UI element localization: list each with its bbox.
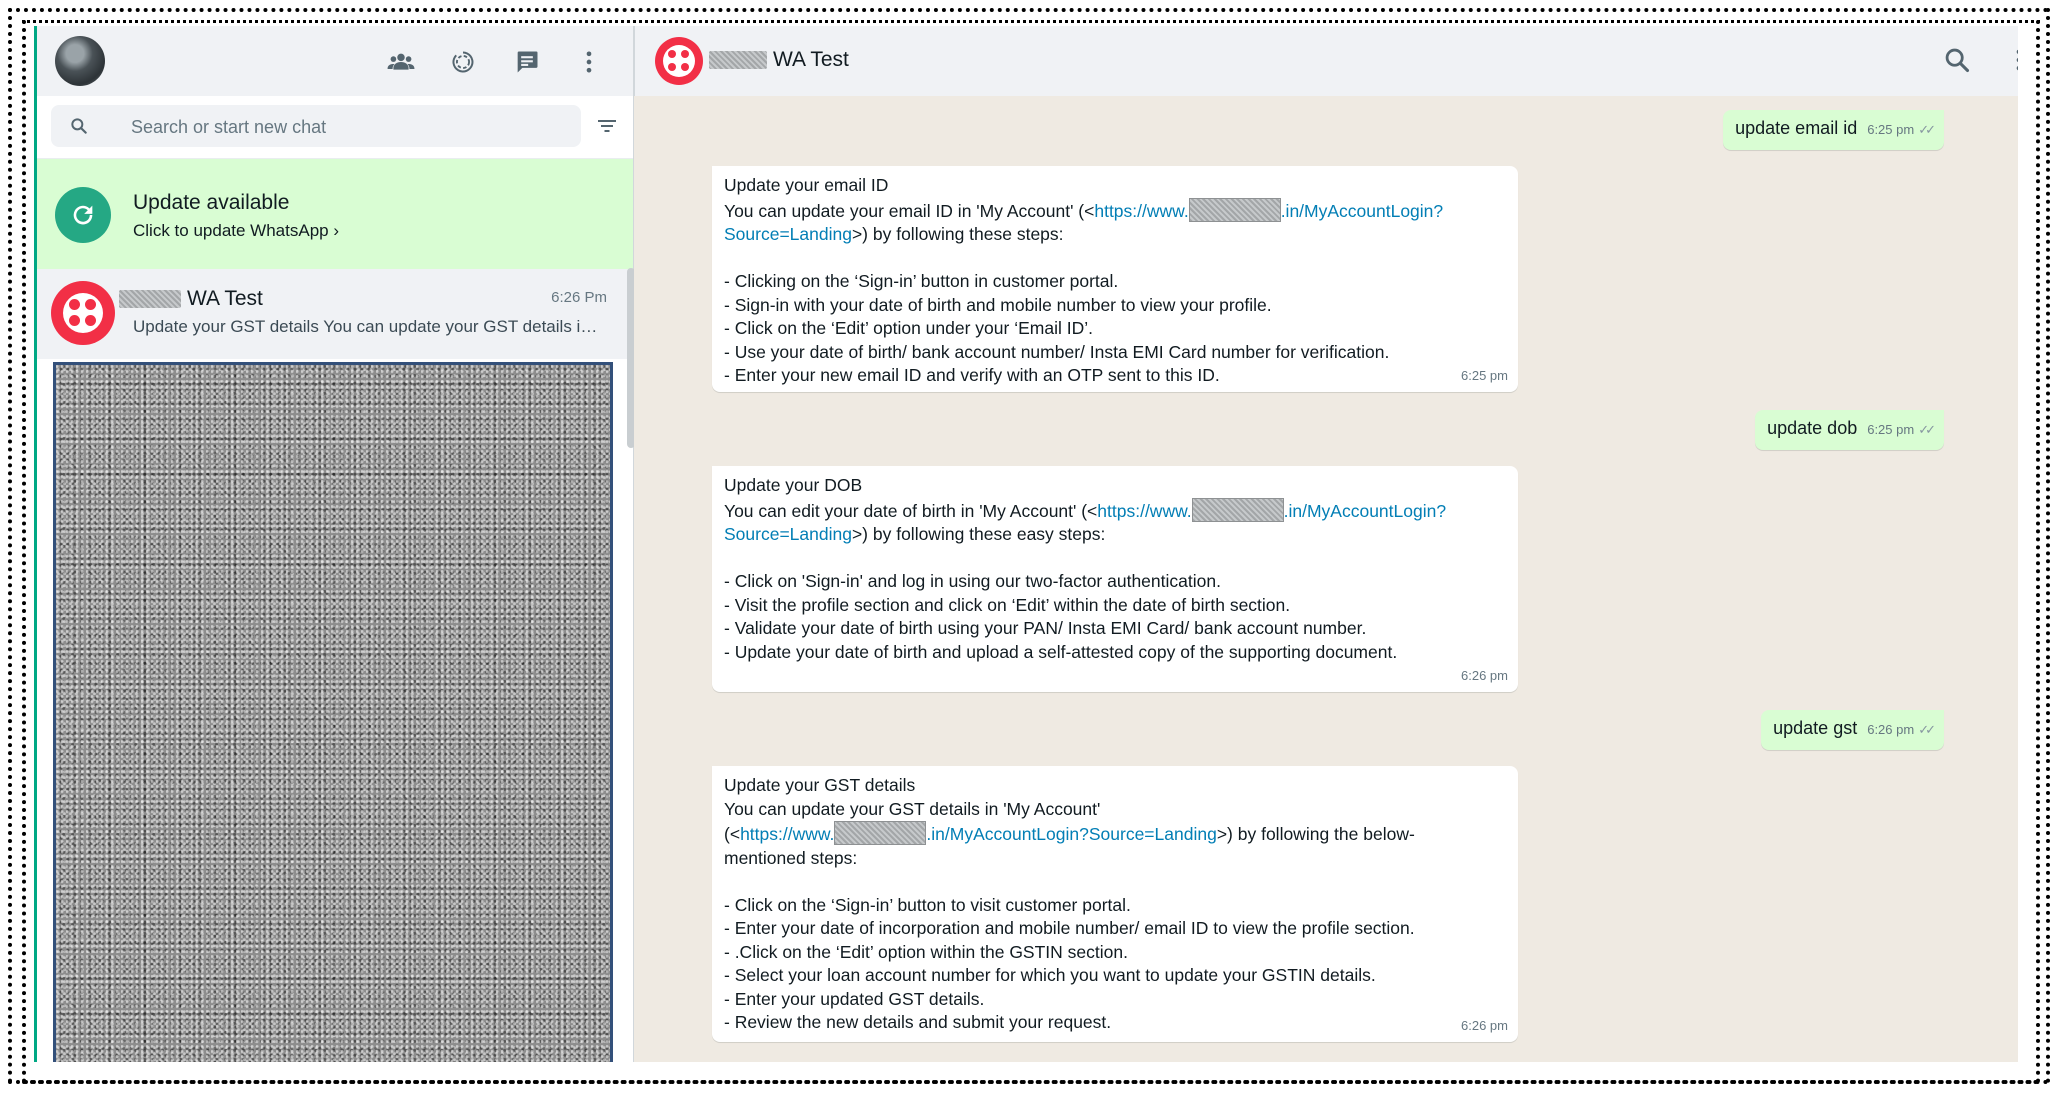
my-avatar[interactable] bbox=[55, 36, 105, 86]
conversation-header: WA Test bbox=[634, 26, 2018, 96]
message-intro: You can update your GST details in 'My A… bbox=[724, 798, 1101, 819]
double-check-icon: ✓✓ bbox=[1918, 422, 1936, 437]
message-text: update dob bbox=[1767, 418, 1858, 438]
search-icon[interactable] bbox=[1943, 46, 1971, 74]
message-link[interactable]: https://www. .in/MyAccountLogin? bbox=[1097, 497, 1446, 522]
chat-time: 6:26 Pm bbox=[551, 289, 607, 306]
outgoing-message[interactable]: update email id 6:25 pm ✓✓ bbox=[1723, 110, 1944, 150]
contact-avatar[interactable] bbox=[655, 37, 703, 85]
step-line: - Enter your date of incorporation and m… bbox=[724, 918, 1415, 938]
obscured-chat-list-image bbox=[53, 362, 613, 1062]
step-line: - Select your loan account number for wh… bbox=[724, 965, 1376, 985]
message-link[interactable]: https://www. .in/MyAccountLogin? bbox=[1094, 197, 1443, 222]
status-icon[interactable] bbox=[449, 48, 477, 76]
outgoing-message[interactable]: update gst 6:26 pm ✓✓ bbox=[1761, 710, 1944, 750]
search-row bbox=[37, 96, 633, 159]
step-line: - Click on the ‘Sign-in’ button to visit… bbox=[724, 894, 1131, 915]
step-line: - Visit the profile section and click on… bbox=[724, 594, 1291, 615]
chat-name: WA Test bbox=[119, 287, 263, 311]
community-icon[interactable] bbox=[387, 48, 415, 76]
filter-icon[interactable] bbox=[595, 114, 619, 138]
incoming-message[interactable]: Update your email ID You can update your… bbox=[712, 166, 1518, 392]
step-line: - Update your date of birth and upload a… bbox=[724, 641, 1398, 662]
step-line: - .Click on the ‘Edit’ option within the… bbox=[724, 941, 1128, 962]
message-link[interactable]: https://www. .in/MyAccountLogin?Source=La… bbox=[740, 821, 1217, 845]
redacted-domain bbox=[1188, 197, 1281, 222]
message-list: update email id 6:25 pm ✓✓ Update your ema… bbox=[634, 96, 2018, 1062]
step-line: - Click on 'Sign-in' and log in using ou… bbox=[724, 571, 1221, 591]
twilio-logo-icon bbox=[63, 293, 103, 333]
incoming-message[interactable]: Update your GST details You can update y… bbox=[712, 766, 1518, 1042]
conversation-pane: WA Test update email id 6:25 pm ✓✓ Update … bbox=[634, 26, 2018, 1062]
message-title: Update your DOB bbox=[724, 475, 863, 495]
chat-preview: Update your GST details You can update y… bbox=[133, 317, 603, 336]
search-input[interactable] bbox=[129, 105, 563, 149]
update-available-banner[interactable]: Update available Click to update WhatsAp… bbox=[37, 159, 633, 269]
double-check-icon: ✓✓ bbox=[1918, 722, 1936, 737]
message-time: 6:25 pm bbox=[1867, 422, 1915, 437]
menu-icon[interactable] bbox=[575, 48, 603, 76]
message-link[interactable]: Source=Landing bbox=[724, 524, 852, 544]
step-line: - Use your date of birth/ bank account n… bbox=[724, 341, 1390, 362]
chat-list-item[interactable]: WA Test 6:26 Pm Update your GST details … bbox=[37, 269, 633, 359]
message-title: Update your email ID bbox=[724, 175, 889, 195]
search-icon bbox=[69, 116, 89, 136]
double-check-icon: ✓✓ bbox=[1918, 122, 1936, 137]
redacted-domain bbox=[1191, 497, 1284, 522]
chat-name-text: WA Test bbox=[187, 287, 263, 310]
message-intro: You can update your email ID in 'My Acco… bbox=[724, 197, 1508, 224]
twilio-logo-icon bbox=[663, 45, 695, 77]
search-box[interactable] bbox=[51, 105, 581, 149]
message-time: 6:26 pm bbox=[1867, 722, 1915, 737]
sidebar: Update available Click to update WhatsAp… bbox=[34, 26, 635, 1062]
menu-icon[interactable] bbox=[2005, 46, 2018, 74]
step-line: - Enter your updated GST details. bbox=[724, 988, 985, 1009]
message-link[interactable]: Source=Landing bbox=[724, 224, 852, 244]
message-text: update gst bbox=[1773, 718, 1858, 738]
outgoing-message[interactable]: update dob 6:25 pm ✓✓ bbox=[1755, 410, 1944, 450]
step-line: - Sign-in with your date of birth and mo… bbox=[724, 294, 1272, 315]
step-line: - Click on the ‘Edit’ option under your … bbox=[724, 318, 1093, 338]
redacted-domain bbox=[834, 821, 927, 845]
new-chat-icon[interactable] bbox=[513, 48, 541, 76]
update-title: Update available bbox=[133, 191, 290, 214]
message-time: 6:25 pm bbox=[1461, 367, 1508, 383]
step-line: - Clicking on the ‘Sign-in’ button in cu… bbox=[724, 271, 1119, 291]
redacted-name bbox=[119, 290, 181, 308]
redacted-name bbox=[709, 51, 767, 69]
message-title: Update your GST details bbox=[724, 775, 916, 795]
message-intro: You can edit your date of birth in 'My A… bbox=[724, 497, 1508, 524]
message-text: update email id bbox=[1735, 118, 1858, 138]
whatsapp-window: Update available Click to update WhatsAp… bbox=[34, 26, 2018, 1062]
step-line: - Enter your new email ID and verify wit… bbox=[724, 365, 1220, 385]
message-time: 6:26 pm bbox=[1461, 1017, 1508, 1033]
step-line: - Review the new details and submit your… bbox=[724, 1012, 1112, 1032]
message-time: 6:26 pm bbox=[1461, 667, 1508, 683]
conversation-title[interactable]: WA Test bbox=[709, 48, 849, 72]
update-link[interactable]: Click to update WhatsApp › bbox=[133, 221, 339, 241]
sidebar-header bbox=[37, 26, 633, 96]
conversation-title-text: WA Test bbox=[773, 48, 849, 71]
step-line: - Validate your date of birth using your… bbox=[724, 618, 1367, 638]
refresh-icon bbox=[55, 187, 111, 243]
message-time: 6:25 pm bbox=[1867, 122, 1915, 137]
twilio-avatar bbox=[51, 281, 115, 345]
incoming-message[interactable]: Update your DOB You can edit your date o… bbox=[712, 466, 1518, 692]
